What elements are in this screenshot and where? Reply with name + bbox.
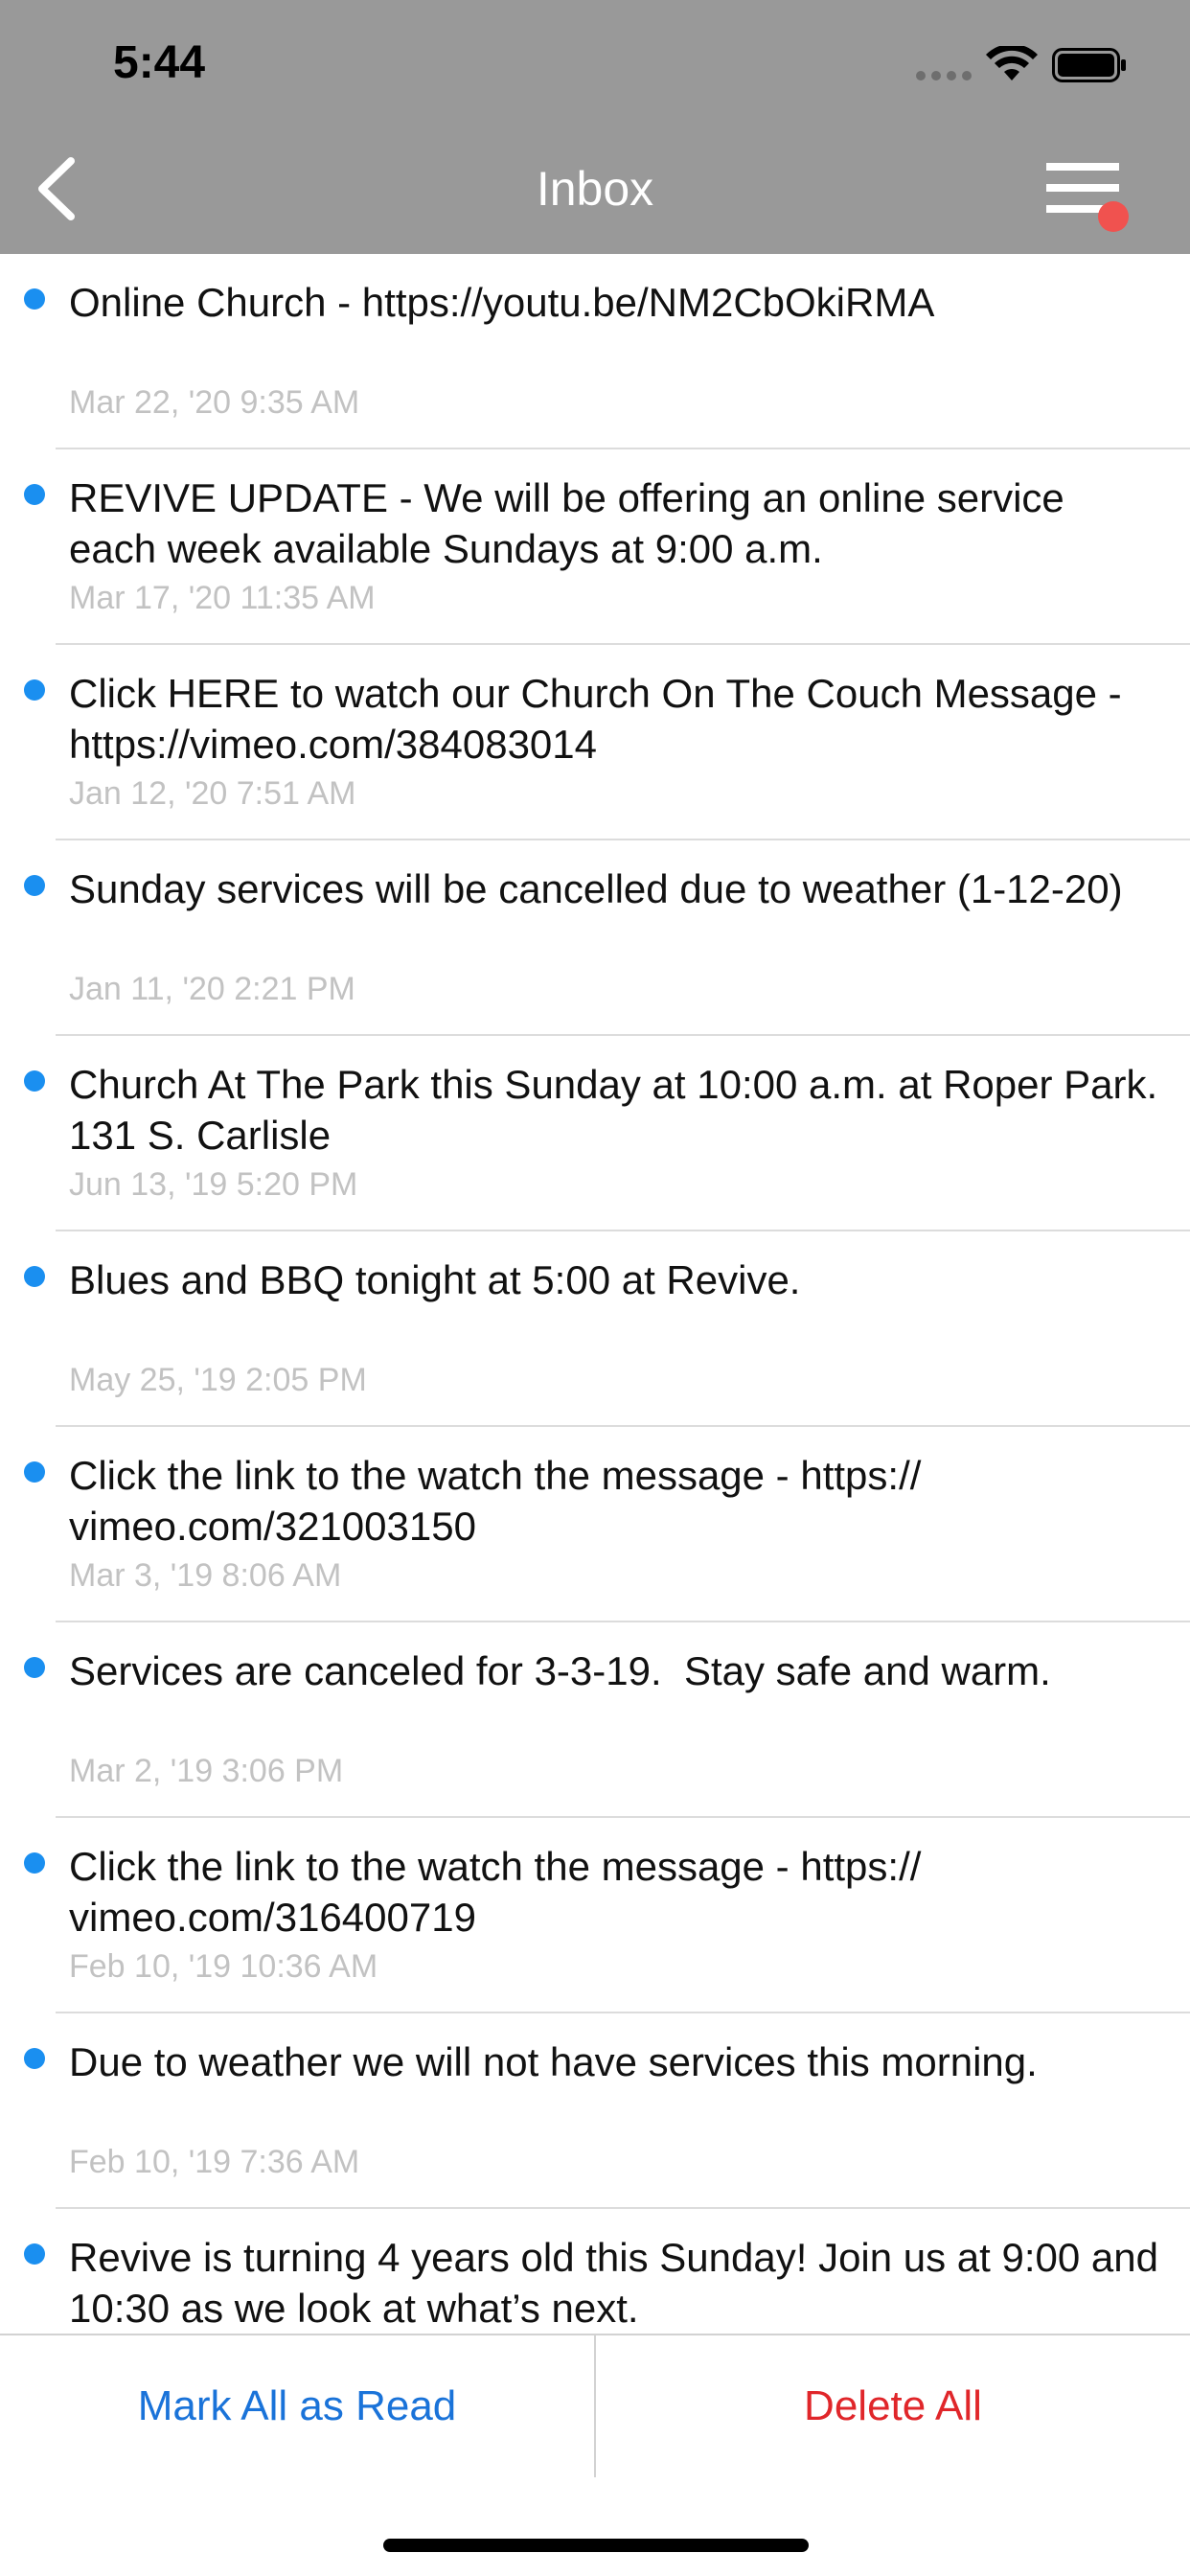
unread-dot-icon (24, 1461, 45, 1483)
navigation-header: 5:44 Inbox (0, 0, 1190, 254)
message-date: Jun 13, '19 5:20 PM (69, 1166, 358, 1203)
message-row[interactable]: Sunday services will be cancelled due to… (0, 840, 1190, 1036)
home-indicator[interactable] (383, 2539, 809, 2552)
message-row[interactable]: Church At The Park this Sunday at 10:00 … (0, 1036, 1190, 1231)
message-date: Feb 10, '19 10:36 AM (69, 1948, 378, 1985)
message-text: Revive is turning 4 years old this Sunda… (69, 2235, 1158, 2331)
mark-all-read-button[interactable]: Mark All as Read (0, 2335, 594, 2477)
message-date: Jan 11, '20 2:21 PM (69, 971, 355, 1007)
message-row[interactable]: Click the link to the watch the message … (0, 1427, 1190, 1622)
message-row[interactable]: REVIVE UPDATE - We will be offering an o… (0, 449, 1190, 645)
message-date: Feb 10, '19 7:36 AM (69, 2144, 360, 2180)
message-text: Services are canceled for 3-3-19. Stay s… (69, 1648, 1051, 1693)
status-time: 5:44 (113, 37, 206, 88)
message-row[interactable]: Services are canceled for 3-3-19. Stay s… (0, 1622, 1190, 1818)
cellular-signal-icon (916, 71, 972, 80)
message-row[interactable]: Online Church - https://youtu.be/NM2CbOk… (0, 254, 1190, 449)
message-row[interactable]: Due to weather we will not have services… (0, 2013, 1190, 2209)
message-date: May 25, '19 2:05 PM (69, 1362, 367, 1398)
message-date: Jan 12, '20 7:51 AM (69, 775, 356, 812)
unread-dot-icon (24, 1852, 45, 1874)
unread-dot-icon (24, 1070, 45, 1092)
message-text: Online Church - https://youtu.be/NM2CbOk… (69, 280, 935, 325)
message-date: Mar 17, '20 11:35 AM (69, 580, 376, 616)
unread-dot-icon (24, 875, 45, 896)
message-row[interactable]: Revive is turning 4 years old this Sunda… (0, 2209, 1190, 2334)
message-text: Sunday services will be cancelled due to… (69, 866, 1123, 911)
unread-dot-icon (24, 2048, 45, 2069)
message-text: Blues and BBQ tonight at 5:00 at Revive. (69, 1257, 801, 1302)
message-row[interactable]: Click the link to the watch the message … (0, 1818, 1190, 2013)
unread-dot-icon (24, 679, 45, 701)
message-text: Due to weather we will not have services… (69, 2039, 1038, 2084)
message-text: Click the link to the watch the message … (69, 1844, 922, 1940)
battery-icon (1052, 48, 1126, 82)
unread-dot-icon (24, 1657, 45, 1678)
message-list[interactable]: Online Church - https://youtu.be/NM2CbOk… (0, 254, 1190, 2334)
unread-dot-icon (24, 484, 45, 505)
notification-badge (1098, 201, 1129, 232)
message-text: Church At The Park this Sunday at 10:00 … (69, 1062, 1158, 1158)
message-row[interactable]: Blues and BBQ tonight at 5:00 at Revive.… (0, 1231, 1190, 1427)
message-text: REVIVE UPDATE - We will be offering an o… (69, 475, 1064, 571)
message-date: Mar 22, '20 9:35 AM (69, 384, 360, 421)
action-bar: Mark All as Read Delete All (0, 2334, 1190, 2576)
unread-dot-icon (24, 288, 45, 310)
message-text: Click the link to the watch the message … (69, 1453, 922, 1549)
wifi-icon (986, 46, 1038, 80)
message-text: Click HERE to watch our Church On The Co… (69, 671, 1122, 767)
unread-dot-icon (24, 1266, 45, 1287)
message-date: Mar 3, '19 8:06 AM (69, 1557, 342, 1594)
message-row[interactable]: Click HERE to watch our Church On The Co… (0, 645, 1190, 840)
message-date: Mar 2, '19 3:06 PM (69, 1753, 344, 1789)
page-title: Inbox (536, 162, 654, 216)
delete-all-button[interactable]: Delete All (596, 2335, 1190, 2477)
unread-dot-icon (24, 2243, 45, 2265)
